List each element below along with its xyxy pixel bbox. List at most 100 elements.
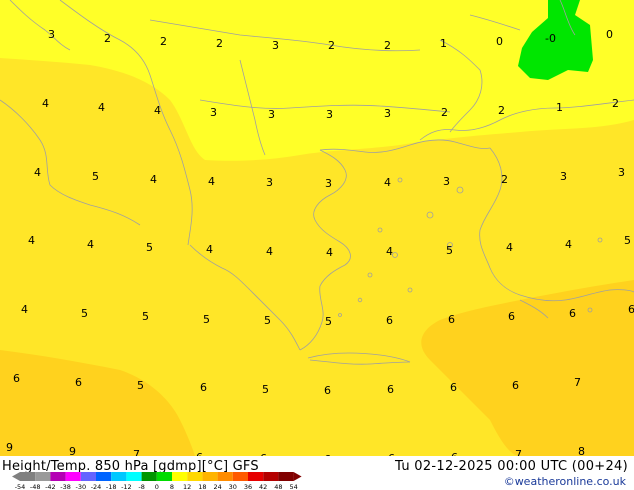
value-label: 4	[21, 303, 28, 316]
value-label: 3	[618, 166, 625, 179]
scale-swatch	[126, 472, 142, 481]
weather-map: 3 2 2 2 3 2 2 1 0 -0 0 4 4 4 3 3 3 3 2 2…	[0, 0, 634, 490]
value-label: 5	[137, 379, 144, 392]
value-label: 4	[154, 104, 161, 117]
value-label: 2	[328, 39, 335, 52]
value-label: 6	[75, 376, 82, 389]
scale-tick-label: -30	[75, 483, 86, 490]
value-label: 4	[506, 241, 513, 254]
value-label: 5	[262, 383, 269, 396]
value-label: 2	[501, 173, 508, 186]
scale-tick-label: 36	[244, 483, 252, 490]
value-label: 2	[104, 32, 111, 45]
value-label: 3	[560, 170, 567, 183]
value-label: 9	[6, 441, 13, 454]
value-label: 7	[515, 448, 522, 456]
scale-swatch	[187, 472, 203, 481]
value-label: -0	[545, 32, 556, 45]
value-label: 0	[606, 28, 613, 41]
color-scale-swatches	[12, 472, 302, 481]
scale-tick-label: 48	[274, 483, 282, 490]
value-label: 3	[384, 107, 391, 120]
value-label: 5	[624, 234, 631, 247]
value-label: 2	[612, 97, 619, 110]
value-label: 6	[448, 313, 455, 326]
credit-link[interactable]: ©weatheronline.co.uk	[504, 475, 626, 488]
value-label: 2	[498, 104, 505, 117]
value-label: 0	[496, 35, 503, 48]
scale-tick-label: -42	[45, 483, 56, 490]
scale-swatch	[141, 472, 157, 481]
scale-swatch	[232, 472, 248, 481]
scale-tick-label: 42	[259, 483, 267, 490]
scale-swatch	[202, 472, 218, 481]
value-label: 7	[133, 448, 140, 456]
scale-swatch	[96, 472, 112, 481]
value-label: 4	[28, 234, 35, 247]
value-label: 3	[48, 28, 55, 41]
value-label: 6	[569, 307, 576, 320]
scale-swatch	[35, 472, 51, 481]
value-label: 5	[264, 314, 271, 327]
scale-swatch	[80, 472, 96, 481]
scale-tick-label: -48	[30, 483, 41, 490]
scale-tick-label: -38	[60, 483, 71, 490]
scale-tick-label: 8	[170, 483, 174, 490]
scale-tick-label: 30	[229, 483, 237, 490]
value-label: 4	[42, 97, 49, 110]
value-label: 1	[440, 37, 447, 50]
scale-tick-label: -54	[15, 483, 26, 490]
scale-swatch	[263, 472, 279, 481]
value-label: 2	[160, 35, 167, 48]
scale-arrow-left	[12, 472, 20, 481]
value-label: 3	[272, 39, 279, 52]
value-label: 5	[146, 241, 153, 254]
value-label: 5	[325, 315, 332, 328]
value-label: 5	[446, 244, 453, 257]
value-label: 4	[384, 176, 391, 189]
scale-tick-label: 24	[213, 483, 221, 490]
value-label: 6	[387, 383, 394, 396]
scale-arrow-right	[293, 472, 302, 481]
scale-swatch	[156, 472, 172, 481]
value-label: 4	[34, 166, 41, 179]
value-label: 6	[628, 303, 634, 316]
value-label: 6	[200, 381, 207, 394]
value-label: 2	[384, 39, 391, 52]
value-label: 6	[324, 384, 331, 397]
value-label: 6	[508, 310, 515, 323]
scale-swatch	[50, 472, 66, 481]
value-label: 3	[210, 106, 217, 119]
scale-swatch	[278, 472, 294, 481]
value-label: 2	[441, 106, 448, 119]
scale-tick-label: 0	[155, 483, 159, 490]
value-label: 7	[574, 376, 581, 389]
scale-tick-label: 18	[198, 483, 206, 490]
value-label: 6	[386, 314, 393, 327]
value-label: 3	[268, 108, 275, 121]
value-label: 5	[92, 170, 99, 183]
scale-swatch	[217, 472, 233, 481]
value-label: 6	[13, 372, 20, 385]
value-label: 2	[216, 37, 223, 50]
scale-tick-label: 12	[183, 483, 191, 490]
value-label: 4	[87, 238, 94, 251]
value-label: 4	[208, 175, 215, 188]
value-label: 6	[450, 381, 457, 394]
value-label: 4	[565, 238, 572, 251]
scale-swatch	[65, 472, 81, 481]
map-canvas: 3 2 2 2 3 2 2 1 0 -0 0 4 4 4 3 3 3 3 2 2…	[0, 0, 634, 456]
scale-tick-label: -12	[121, 483, 132, 490]
color-scale-labels: -54 -48 -42 -38 -30 -24 -18 -12 -8 0 8 12 18 24 30 36 42…	[15, 483, 298, 490]
value-label: 3	[266, 176, 273, 189]
value-label: 4	[326, 246, 333, 259]
value-label: 5	[81, 307, 88, 320]
scale-tick-label: -8	[138, 483, 144, 490]
value-label: 3	[325, 177, 332, 190]
scale-swatch	[248, 472, 264, 481]
value-label: 4	[150, 173, 157, 186]
scale-swatch	[20, 472, 36, 481]
scale-swatch	[172, 472, 188, 481]
valid-time: Tu 02-12-2025 00:00 UTC (00+24)	[395, 459, 628, 474]
scale-tick-label: -18	[106, 483, 117, 490]
